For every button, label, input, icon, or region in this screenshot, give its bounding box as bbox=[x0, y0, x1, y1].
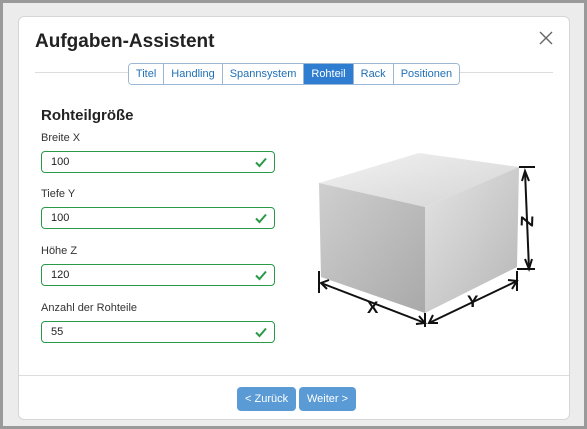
height-label: Höhe Z bbox=[41, 245, 78, 257]
depth-label: Tiefe Y bbox=[41, 188, 76, 200]
next-button-label: Weiter bbox=[307, 393, 339, 405]
count-field[interactable] bbox=[41, 321, 275, 343]
dialog-title: Aufgaben-Assistent bbox=[35, 31, 215, 52]
section-title: Rohteilgröße bbox=[41, 107, 134, 124]
y-axis-label: Y bbox=[467, 292, 479, 311]
width-input[interactable] bbox=[51, 154, 241, 170]
height-input[interactable] bbox=[51, 267, 241, 283]
close-icon bbox=[539, 31, 553, 45]
x-axis-label: X bbox=[367, 298, 379, 317]
tab-spannsystem[interactable]: Spannsystem bbox=[221, 64, 304, 84]
check-icon bbox=[255, 327, 267, 338]
task-wizard-dialog: Aufgaben-Assistent Titel Handling Spanns… bbox=[18, 16, 570, 420]
tab-handling[interactable]: Handling bbox=[163, 64, 222, 84]
width-field[interactable] bbox=[41, 151, 275, 173]
depth-input[interactable] bbox=[51, 210, 241, 226]
tab-rack[interactable]: Rack bbox=[352, 64, 393, 84]
check-icon bbox=[255, 213, 267, 224]
footer-divider bbox=[19, 375, 569, 376]
raw-part-block-image: Z X Y bbox=[318, 153, 537, 327]
tab-titel[interactable]: Titel bbox=[128, 64, 164, 84]
depth-field[interactable] bbox=[41, 207, 275, 229]
chevron-left-icon: < bbox=[245, 393, 252, 405]
height-field[interactable] bbox=[41, 264, 275, 286]
tab-positionen[interactable]: Positionen bbox=[392, 64, 460, 84]
count-label: Anzahl der Rohteile bbox=[41, 302, 138, 314]
close-button[interactable] bbox=[535, 27, 557, 49]
check-icon bbox=[255, 270, 267, 281]
wizard-tabs: Titel Handling Spannsystem Rohteil Rack … bbox=[19, 63, 569, 85]
tab-rohteil[interactable]: Rohteil bbox=[303, 64, 353, 84]
count-input[interactable] bbox=[51, 324, 241, 340]
back-button[interactable]: < Zurück bbox=[237, 387, 297, 411]
width-label: Breite X bbox=[41, 132, 81, 144]
chevron-right-icon: > bbox=[341, 393, 349, 405]
back-button-label: Zurück bbox=[254, 393, 289, 405]
check-icon bbox=[255, 157, 267, 168]
z-axis-label: Z bbox=[517, 215, 537, 227]
next-button[interactable]: Weiter > bbox=[299, 387, 357, 411]
